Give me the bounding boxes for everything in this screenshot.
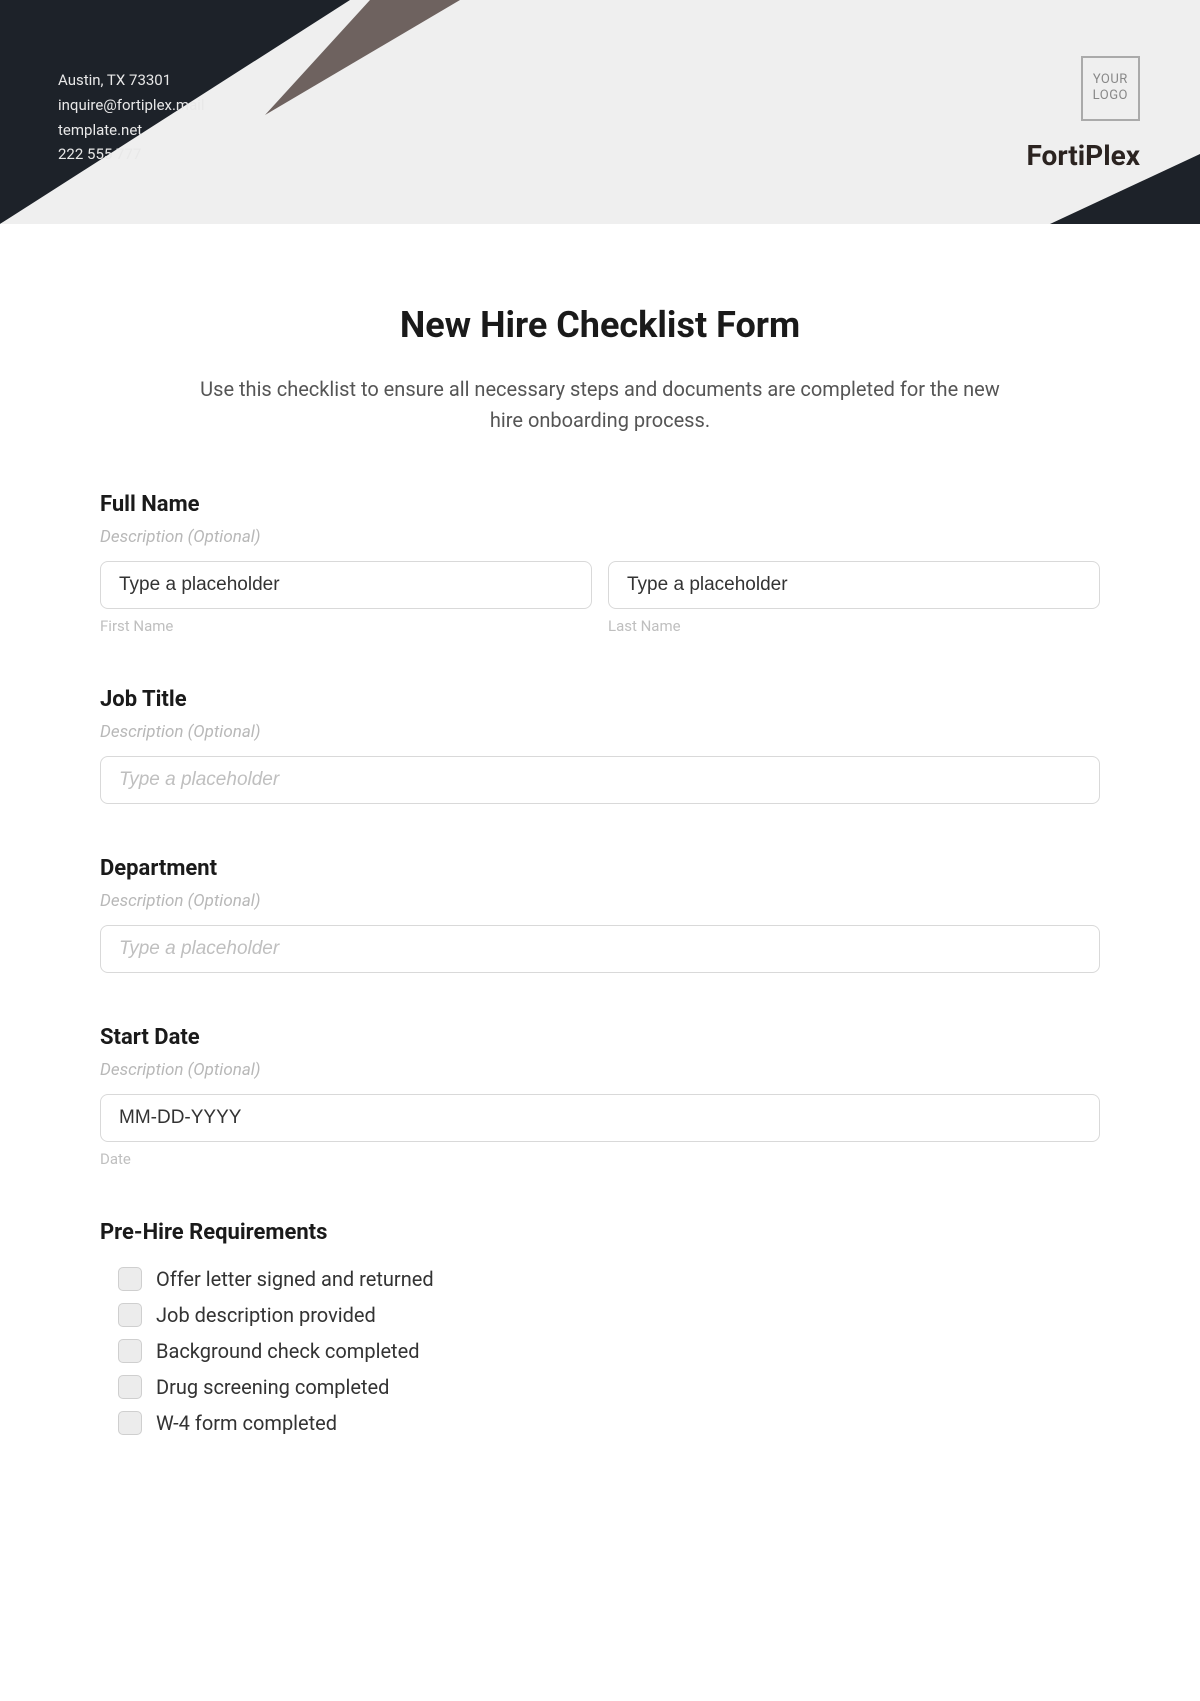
job-title-label: Job Title (100, 687, 1100, 712)
contact-email: inquire@fortiplex.mail (58, 93, 205, 118)
check-label: Background check completed (156, 1339, 419, 1363)
check-label: W-4 form completed (156, 1411, 337, 1435)
brand-block: YOURLOGO FortiPlex (1026, 56, 1140, 172)
checkbox[interactable] (118, 1303, 142, 1327)
checkbox[interactable] (118, 1375, 142, 1399)
checkbox[interactable] (118, 1339, 142, 1363)
start-date-under: Date (100, 1150, 1100, 1168)
logo-placeholder: YOURLOGO (1081, 56, 1140, 121)
list-item: Job description provided (118, 1303, 1100, 1327)
contact-address: Austin, TX 73301 (58, 68, 205, 93)
field-department: Department Description (Optional) (100, 856, 1100, 973)
form-description: Use this checklist to ensure all necessa… (190, 374, 1010, 436)
contact-block: Austin, TX 73301 inquire@fortiplex.mail … (58, 68, 205, 167)
section-prehire: Pre-Hire Requirements Offer letter signe… (100, 1220, 1100, 1435)
prehire-title: Pre-Hire Requirements (100, 1220, 1100, 1245)
check-label: Drug screening completed (156, 1375, 389, 1399)
document-header: Austin, TX 73301 inquire@fortiplex.mail … (0, 0, 1200, 224)
last-name-input[interactable] (608, 561, 1100, 609)
check-label: Job description provided (156, 1303, 376, 1327)
first-name-input[interactable] (100, 561, 592, 609)
checkbox[interactable] (118, 1267, 142, 1291)
field-full-name: Full Name Description (Optional) First N… (100, 492, 1100, 635)
start-date-label: Start Date (100, 1025, 1100, 1050)
list-item: Background check completed (118, 1339, 1100, 1363)
check-label: Offer letter signed and returned (156, 1267, 434, 1291)
checkbox[interactable] (118, 1411, 142, 1435)
start-date-input[interactable] (100, 1094, 1100, 1142)
full-name-label: Full Name (100, 492, 1100, 517)
contact-phone: 222 555 777 (58, 142, 205, 167)
job-title-input[interactable] (100, 756, 1100, 804)
first-name-under: First Name (100, 617, 592, 635)
full-name-sub: Description (Optional) (100, 527, 1100, 547)
field-job-title: Job Title Description (Optional) (100, 687, 1100, 804)
department-sub: Description (Optional) (100, 891, 1100, 911)
department-input[interactable] (100, 925, 1100, 973)
job-title-sub: Description (Optional) (100, 722, 1100, 742)
field-start-date: Start Date Description (Optional) Date (100, 1025, 1100, 1168)
department-label: Department (100, 856, 1100, 881)
brand-name: FortiPlex (1026, 139, 1140, 172)
list-item: W-4 form completed (118, 1411, 1100, 1435)
start-date-sub: Description (Optional) (100, 1060, 1100, 1080)
list-item: Offer letter signed and returned (118, 1267, 1100, 1291)
contact-website: template.net (58, 118, 205, 143)
form-title: New Hire Checklist Form (100, 304, 1100, 346)
list-item: Drug screening completed (118, 1375, 1100, 1399)
last-name-under: Last Name (608, 617, 1100, 635)
form-page: New Hire Checklist Form Use this checkli… (0, 224, 1200, 1507)
prehire-list: Offer letter signed and returned Job des… (100, 1267, 1100, 1435)
